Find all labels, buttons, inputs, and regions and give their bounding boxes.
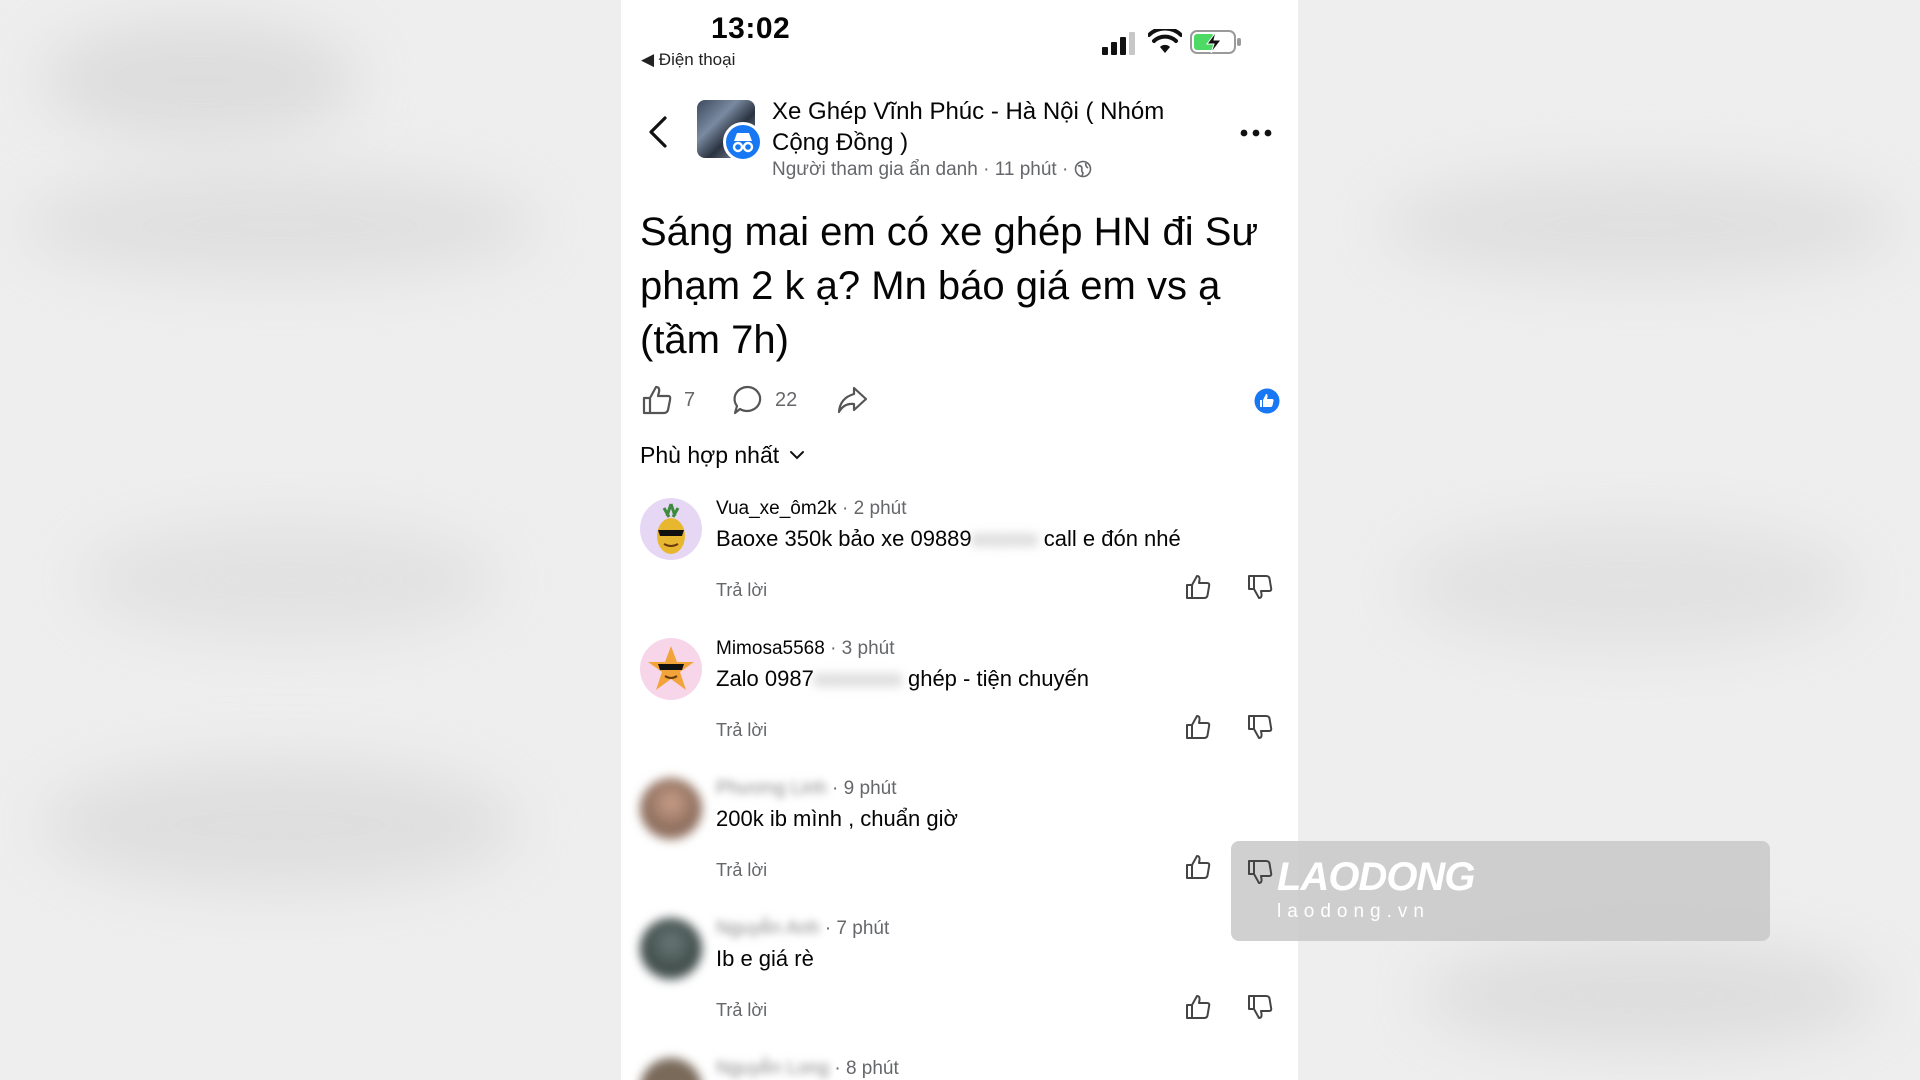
status-bar: 13:02 ◀ Điện thoại — [621, 0, 1298, 80]
background-blur-shape — [1400, 520, 1860, 650]
background-blur-shape — [20, 170, 540, 280]
thumbs-up-icon[interactable] — [1183, 712, 1213, 742]
comment-count: 22 — [775, 388, 798, 411]
comment-button[interactable]: 22 — [731, 378, 797, 422]
post-action-bar: 7 22 — [621, 378, 1298, 422]
commenter-avatar[interactable] — [640, 1058, 702, 1080]
post-header: Xe Ghép Vĩnh Phúc - Hà Nội ( Nhóm Cộng Đ… — [621, 92, 1298, 188]
post-text: Sáng mai em có xe ghép HN đi Sư phạm 2 k… — [640, 210, 1259, 362]
reply-button[interactable]: Trả lời — [716, 1000, 767, 1021]
commenter-name[interactable]: Nguyễn Anh — [716, 918, 820, 939]
comment-text: Zalo 0987xxxxxxxx ghép - tiện chuyến — [716, 666, 1089, 692]
background-blur-shape — [1420, 940, 1880, 1050]
comment-time: 2 phút — [853, 498, 907, 519]
commenter-name[interactable]: Mimosa5568 — [716, 638, 825, 659]
comment-header: Nguyễn Anh · 7 phút — [716, 918, 890, 939]
status-time: 13:02 — [711, 12, 791, 45]
wifi-icon — [1148, 29, 1182, 53]
comment-time: 7 phút — [836, 918, 890, 939]
post-time: 11 phút — [994, 159, 1057, 180]
comment-item: Phương Linh · 9 phút 200k ib mình , chuẩ… — [621, 778, 1298, 918]
comment-item: Mimosa5568 · 3 phút Zalo 0987xxxxxxxx gh… — [621, 638, 1298, 778]
commenter-avatar[interactable] — [640, 918, 702, 980]
redacted-phone: xxxxxxxx — [813, 666, 902, 691]
redacted-phone: xxxxxx — [971, 526, 1038, 551]
commenter-name[interactable]: Vua_xe_ôm2k — [716, 498, 837, 519]
thumbs-up-icon — [642, 385, 672, 415]
meta-separator: · — [983, 159, 995, 180]
comment-text: Baoxe 350k bảo xe 09889xxxxxx call e đón… — [716, 526, 1181, 552]
pineapple-sunglasses-icon — [657, 503, 685, 554]
comment-header: Vua_xe_ôm2k · 2 phút — [716, 498, 907, 519]
comment-text: Ib e giá rè — [716, 946, 814, 971]
commenter-name[interactable]: Phương Linh — [716, 778, 827, 799]
comment-text-part: Zalo 0987 — [716, 666, 814, 691]
more-options-icon[interactable] — [1236, 118, 1276, 148]
commenter-avatar[interactable] — [640, 498, 702, 560]
thumbs-up-icon[interactable] — [1183, 572, 1213, 602]
thumbs-down-icon[interactable] — [1245, 992, 1275, 1022]
reply-button[interactable]: Trả lời — [716, 720, 767, 741]
back-to-app-link[interactable]: ◀ Điện thoại — [641, 50, 735, 70]
share-arrow-icon — [837, 386, 868, 414]
comment-text-part: ghép - tiện chuyến — [901, 666, 1089, 691]
commenter-name[interactable]: Nguyễn Long — [716, 1058, 829, 1079]
thumbs-down-icon[interactable] — [1245, 712, 1275, 742]
comment-item: Nguyễn Anh · 7 phút Ib e giá rè Trả lời — [621, 918, 1298, 1058]
comment-time: 9 phút — [843, 778, 897, 799]
commenter-avatar[interactable] — [640, 778, 702, 840]
like-button[interactable]: 7 — [640, 378, 695, 422]
globe-icon — [1074, 160, 1091, 178]
comment-text-part: Baoxe 350k bảo xe 09889 — [716, 526, 972, 551]
thumbs-down-icon[interactable] — [1245, 572, 1275, 602]
comment-item: Vua_xe_ôm2k · 2 phút Baoxe 350k bảo xe 0… — [621, 498, 1298, 638]
comment-header: Phương Linh · 9 phút — [716, 778, 897, 799]
reply-button[interactable]: Trả lời — [716, 580, 767, 601]
like-reaction-icon — [1254, 388, 1280, 414]
comment-bubble-icon — [733, 385, 762, 415]
watermark-brand: LAODONG — [1277, 855, 1475, 899]
background-blur-shape — [80, 520, 500, 640]
star-sunglasses-icon — [648, 646, 694, 690]
reply-button[interactable]: Trả lời — [716, 860, 767, 881]
share-button[interactable] — [835, 378, 869, 422]
comment-sort-dropdown[interactable]: Phù hợp nhất — [640, 440, 805, 470]
watermark-url: laodong.vn — [1277, 901, 1430, 922]
status-icons — [1102, 26, 1242, 58]
cellular-signal-icon — [1102, 32, 1135, 55]
laodong-watermark: LAODONG laodong.vn — [1231, 841, 1770, 941]
comment-time: 8 phút — [845, 1058, 899, 1079]
background-blur-shape — [40, 20, 360, 140]
thumbs-up-icon[interactable] — [1183, 992, 1213, 1022]
comment-item: Nguyễn Long · 8 phút — [621, 1058, 1298, 1080]
background-blur-shape — [1380, 170, 1900, 280]
phone-screen: 13:02 ◀ Điện thoại Xe Ghép Vĩnh Phúc - H… — [621, 0, 1298, 1080]
sort-label: Phù hợp nhất — [640, 441, 780, 468]
incognito-icon — [732, 133, 754, 153]
comment-text: 200k ib mình , chuẩn giờ — [716, 806, 958, 831]
background-blur-shape — [40, 760, 520, 890]
group-name[interactable]: Xe Ghép Vĩnh Phúc - Hà Nội ( Nhóm Cộng Đ… — [772, 96, 1202, 158]
thumbs-down-icon — [1248, 860, 1273, 884]
post-meta: Người tham gia ẩn danh · 11 phút · — [772, 159, 1092, 181]
like-count: 7 — [684, 388, 696, 411]
commenter-avatar[interactable] — [640, 638, 702, 700]
battery-charging-icon — [1190, 30, 1241, 54]
comment-header: Nguyễn Long · 8 phút — [716, 1058, 899, 1079]
comment-header: Mimosa5568 · 3 phút — [716, 638, 895, 659]
back-arrow-icon[interactable] — [643, 112, 673, 152]
comment-time: 3 phút — [841, 638, 895, 659]
thumbs-up-icon[interactable] — [1183, 852, 1213, 882]
comment-text-part: call e đón nhé — [1037, 526, 1181, 551]
meta-separator: · — [1061, 159, 1074, 180]
anonymous-badge — [723, 122, 763, 162]
chevron-down-icon — [790, 451, 805, 460]
post-author: Người tham gia ẩn danh — [772, 159, 978, 180]
